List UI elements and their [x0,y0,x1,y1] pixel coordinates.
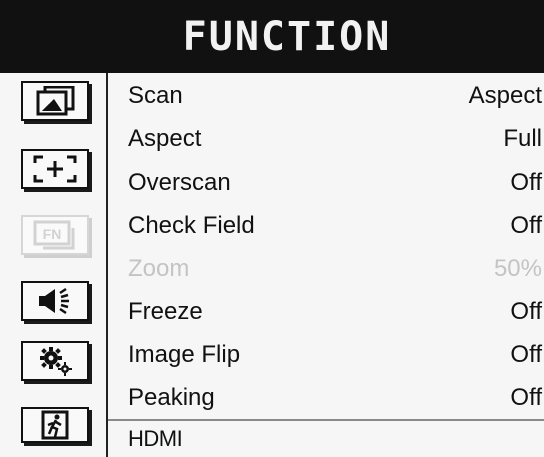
sidebar-item-audio[interactable] [21,281,89,321]
input-source-label: HDMI [128,426,183,451]
menu-item-overscan[interactable]: Overscan Off [108,161,544,204]
function-icon: FN [33,220,75,250]
function-menu: Scan Aspect Aspect Full Overscan Off Che… [108,73,544,457]
menu-item-value: Off [510,340,542,368]
exit-icon [41,410,69,440]
menu-item-peaking[interactable]: Peaking Off [108,376,544,419]
menu-item-value: Off [510,383,542,411]
menu-item-image-flip[interactable]: Image Flip Off [108,333,544,376]
sidebar: FN [0,73,108,457]
picture-icon [36,86,75,116]
sidebar-item-function[interactable]: FN [21,215,89,255]
menu-item-value: Off [510,297,542,325]
menu-item-label: Overscan [128,168,231,196]
footer-divider [108,419,544,421]
page-title: FUNCTION [182,13,392,60]
menu-item-aspect[interactable]: Aspect Full [108,117,544,160]
audio-icon [39,287,69,315]
menu-item-value: 50% [493,254,542,282]
settings-icon [40,347,72,376]
sidebar-item-exit[interactable] [21,407,89,443]
menu-item-value: Off [510,168,542,196]
marker-icon [33,155,77,183]
menu-item-label: Freeze [128,297,203,325]
menu-item-label: Peaking [128,383,215,411]
menu-item-label: Check Field [128,211,255,239]
sidebar-item-picture[interactable] [21,81,89,121]
menu-item-value: Aspect [468,81,542,109]
function-icon-text: FN [43,226,62,242]
menu-item-freeze[interactable]: Freeze Off [108,290,544,333]
menu-header: FUNCTION [0,0,544,73]
sidebar-item-settings[interactable] [21,341,89,381]
menu-item-label: Zoom [128,254,190,282]
menu-item-label: Aspect [128,124,202,152]
menu-item-value: Full [503,124,542,152]
osd-menu-screen: FUNCTION FN Scan Aspect Aspect Full Over… [0,0,544,457]
menu-item-scan[interactable]: Scan Aspect [108,74,544,117]
menu-item-check-field[interactable]: Check Field Off [108,204,544,247]
menu-item-label: Image Flip [128,340,241,368]
menu-item-value: Off [510,211,542,239]
menu-item-zoom: Zoom 50% [108,247,544,290]
menu-item-label: Scan [128,81,183,109]
sidebar-item-marker[interactable] [21,149,89,189]
